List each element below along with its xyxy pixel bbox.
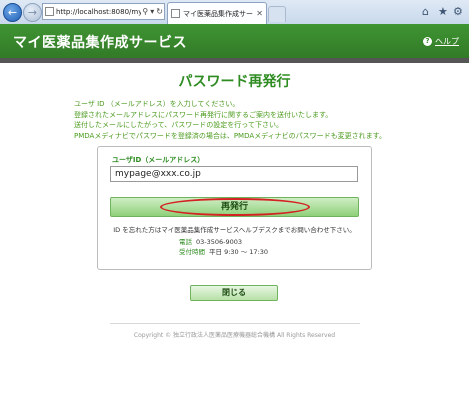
- instructions: ユーザ ID （メールアドレス）を入力してください。 登録されたメールアドレスに…: [74, 99, 464, 141]
- page-icon: [45, 7, 54, 16]
- help-label: ヘルプ: [435, 37, 459, 46]
- helpdesk-note: ID を忘れた方はマイ医薬品集作成サービスヘルプデスクまでお問い合わせ下さい。: [113, 226, 356, 234]
- browser-tab[interactable]: マイ医薬品集作成サービ... ✕: [167, 2, 267, 24]
- instruction-line: ユーザ ID （メールアドレス）を入力してください。: [74, 100, 240, 108]
- address-url: http://localhost:8080/mypa: [56, 7, 142, 16]
- forward-icon[interactable]: →: [23, 3, 42, 22]
- close-button[interactable]: 閉じる: [190, 285, 278, 301]
- search-icon[interactable]: ⚲: [141, 7, 149, 16]
- new-tab-button[interactable]: [268, 6, 286, 22]
- page-title: パスワード再発行: [178, 74, 291, 90]
- footer-divider: [110, 323, 360, 324]
- email-field[interactable]: [110, 166, 358, 182]
- refresh-icon[interactable]: ↻: [155, 7, 164, 16]
- instruction-line: 登録されたメールアドレスにパスワード再発行に関するご案内を送付いたします。: [74, 110, 333, 119]
- phone-label: 電話: [179, 238, 192, 246]
- email-field-label: ユーザID（メールアドレス）: [112, 156, 205, 164]
- browser-toolbar: ← → http://localhost:8080/mypa ⚲ ▾ ↻ マイ医…: [0, 0, 469, 25]
- address-bar[interactable]: http://localhost:8080/mypa ⚲ ▾ ↻: [42, 3, 165, 20]
- help-icon: ?: [423, 37, 432, 46]
- site-title: マイ医薬品集作成サービス: [13, 35, 187, 51]
- tab-page-icon: [171, 9, 180, 18]
- settings-gear-icon[interactable]: ⚙: [453, 5, 463, 18]
- phone-number: 03-3506-9003: [196, 238, 243, 246]
- copyright: Copyright © 独立行政法人医薬品医療機器総合機構 All Rights…: [133, 332, 336, 339]
- hours-value: 平日 9:30 〜 17:30: [209, 248, 269, 256]
- instruction-line: PMDAメディナビでパスワードを登録済の場合は、PMDAメディナビのパスワードも…: [74, 131, 386, 140]
- hours-info: 受付時間 平日 9:30 〜 17:30: [179, 246, 268, 256]
- site-header: マイ医薬品集作成サービス ? ヘルプ: [0, 24, 469, 58]
- phone-info: 電話 03-3506-9003: [179, 236, 242, 246]
- annotation-highlight: [160, 198, 310, 216]
- instruction-line: 送付したメールにしたがって、パスワードの設定を行って下さい。: [74, 121, 283, 129]
- close-tab-icon[interactable]: ✕: [253, 9, 266, 18]
- header-divider: [0, 58, 469, 63]
- favorites-star-icon[interactable]: ★: [438, 5, 448, 18]
- home-icon[interactable]: ⌂: [422, 5, 429, 18]
- hours-label: 受付時間: [179, 248, 205, 256]
- tab-title: マイ医薬品集作成サービ...: [183, 9, 253, 18]
- help-link[interactable]: ? ヘルプ: [423, 36, 459, 47]
- back-icon[interactable]: ←: [3, 3, 22, 22]
